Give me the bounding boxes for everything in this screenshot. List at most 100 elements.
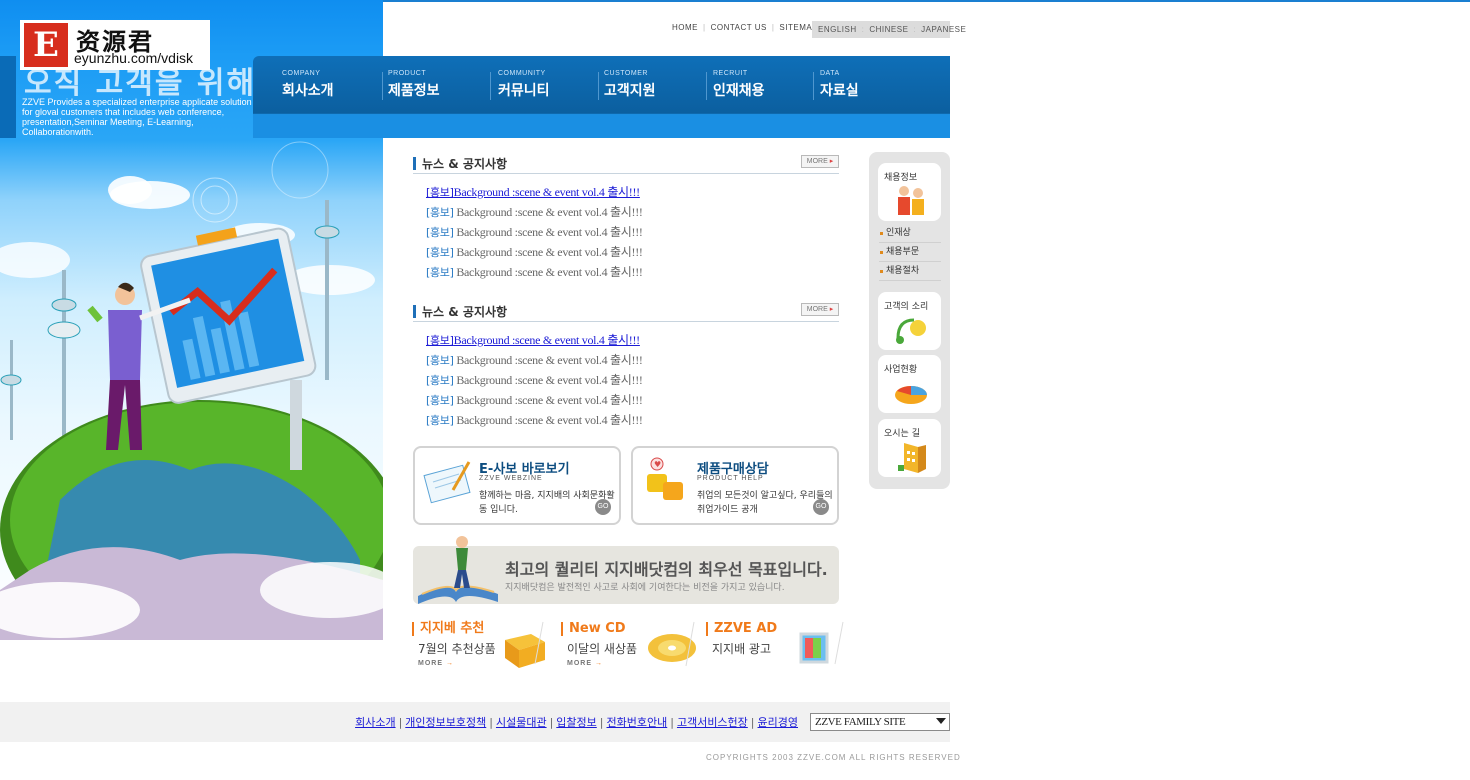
family-site-value: ZZVE FAMILY SITE — [815, 716, 906, 728]
footer-link-charter[interactable]: 고객서비스헌장 — [677, 716, 748, 729]
news-tag: [홍보] — [426, 206, 454, 219]
more-label: MORE — [418, 660, 443, 667]
lang-chinese[interactable]: CHINESE — [869, 25, 908, 34]
news-tag: [홍보] — [426, 186, 454, 199]
lang-japanese[interactable]: JAPANESE — [921, 25, 966, 34]
news-item[interactable]: [홍보]Background :scene & event vol.4 출시!!… — [426, 330, 826, 350]
footer-link-bid[interactable]: 입찰정보 — [556, 716, 596, 729]
news-text: Background :scene & event vol.4 출시!!! — [456, 225, 643, 239]
tv-icon — [799, 621, 844, 665]
quick-menu: 채용정보 인재상 채용부문 채용절차 고객의 소리 사업현황 오시는 길 — [869, 152, 950, 489]
home-link[interactable]: HOME — [672, 23, 698, 32]
news-item[interactable]: [홍보] Background :scene & event vol.4 출시!… — [426, 390, 826, 410]
logo-mark: E — [24, 23, 68, 67]
news-section-title: 뉴스 & 공지사항 MORE ▸ — [413, 302, 839, 322]
site-logo[interactable]: E 资源君 eyunzhu.com/vdisk — [20, 20, 210, 70]
news-text: Background :scene & event vol.4 출시!!! — [456, 353, 643, 367]
hero-illustration — [0, 141, 383, 640]
gnb-en-label: PRODUCT — [388, 70, 427, 77]
footer-link-phone[interactable]: 전화번호안내 — [607, 716, 668, 729]
webzine-banner[interactable]: E-사보 바로보기 ZZVE WEBZINE 함께하는 마음, 지지배의 사회문… — [413, 446, 621, 525]
footer-separator: | — [670, 716, 674, 729]
quality-banner[interactable]: 최고의 퀄리티 지지배닷컴의 최우선 목표입니다. 지지배닷컴은 발전적인 사고… — [413, 536, 839, 604]
footer-link-ethics[interactable]: 윤리경영 — [758, 716, 798, 729]
news-item[interactable]: [홍보] Background :scene & event vol.4 출시!… — [426, 222, 826, 242]
utility-nav: HOME | CONTACT US | SITEMAP — [672, 23, 818, 35]
more-button[interactable]: MORE ▸ — [801, 303, 839, 316]
quick-directions[interactable]: 오시는 길 — [878, 419, 941, 477]
gnb-item-community[interactable]: COMMUNITY 커뮤니티 — [498, 70, 550, 106]
top-accent-line — [383, 0, 1470, 2]
news-item[interactable]: [홍보] Background :scene & event vol.4 출시!… — [426, 410, 826, 430]
chat-boxes-icon: ♥ — [647, 457, 683, 500]
ad-banner[interactable]: ZZVE AD 지지배 광고 — [706, 620, 846, 670]
gnb-item-recruit[interactable]: RECRUIT 인재채용 — [713, 70, 765, 106]
go-button[interactable]: GO — [595, 499, 611, 515]
new-cd-banner[interactable]: New CD 이달의 새상품 MORE → — [561, 620, 701, 670]
footer-separator: | — [750, 716, 755, 729]
news-item[interactable]: [홍보] Background :scene & event vol.4 출시!… — [426, 370, 826, 390]
news-item[interactable]: [홍보] Background :scene & event vol.4 출시!… — [426, 262, 826, 282]
mini-more-link[interactable]: MORE → — [567, 660, 603, 667]
footer-links: 회사소개 | 개인정보보호정책 | 시설물대관 | 입찰정보 | 전화번호안내 | 고객서비스헌장 |… — [355, 714, 798, 730]
arrow-right-icon: ▸ — [829, 158, 834, 165]
banner-subtitle: ZZVE WEBZINE — [479, 475, 543, 482]
footer-bar: 회사소개 | 개인정보보호정책 | 시설물대관 | 입찰정보 | 전화번호안내 | 고객서비스헌장 |… — [0, 702, 950, 742]
quick-business[interactable]: 사업현황 — [878, 355, 941, 413]
building-icon — [898, 443, 926, 473]
gnb-item-customer[interactable]: CUSTOMER 고객지원 — [604, 70, 656, 106]
gnb-divider — [490, 72, 491, 100]
contact-link[interactable]: CONTACT US — [711, 23, 767, 32]
arrow-right-icon: ▸ — [829, 306, 834, 313]
quick-recruit[interactable]: 채용정보 — [878, 163, 941, 221]
gnb-item-product[interactable]: PRODUCT 제품정보 — [388, 70, 440, 106]
recommend-banner[interactable]: 지지베 추천 7월의 추천상품 MORE → — [412, 620, 552, 670]
gift-box-icon — [505, 621, 545, 668]
news-item[interactable]: [홍보] Background :scene & event vol.4 출시!… — [426, 202, 826, 222]
news-item[interactable]: [홍보] Background :scene & event vol.4 출시!… — [426, 350, 826, 370]
more-button[interactable]: MORE ▸ — [801, 155, 839, 168]
cd-disc-icon — [648, 621, 696, 667]
quick-label: 채용정보 — [884, 173, 918, 183]
gnb-en-label: COMMUNITY — [498, 70, 546, 77]
section-heading: 뉴스 & 공지사항 — [422, 157, 508, 171]
quick-link-division[interactable]: 채용부문 — [879, 243, 941, 262]
gnb-ko-label: 자료실 — [820, 83, 859, 99]
news-item[interactable]: [홍보] Background :scene & event vol.4 출시!… — [426, 242, 826, 262]
title-bar — [413, 305, 416, 318]
go-button[interactable]: GO — [813, 499, 829, 515]
gnb-en-label: DATA — [820, 70, 840, 77]
product-help-banner[interactable]: ♥ 제품구매상담 PRODUCT HELP 취업의 모든것이 알고싶다, 우리들… — [631, 446, 839, 525]
book-reader-illustration — [418, 536, 498, 604]
gnb-ko-label: 제품정보 — [388, 83, 440, 99]
gnb-item-data[interactable]: DATA 자료실 — [820, 70, 859, 106]
logo-url: eyunzhu.com/vdisk — [74, 50, 194, 66]
lang-english[interactable]: ENGLISH — [818, 25, 857, 34]
news-text: Background :scene & event vol.4 출시!!! — [456, 245, 643, 259]
mini-banner-subtitle: 지지배 광고 — [712, 642, 772, 656]
family-site-select[interactable]: ZZVE FAMILY SITE — [810, 713, 950, 731]
chevron-down-icon — [936, 718, 946, 724]
gnb-bottom-band — [253, 115, 950, 138]
news-list: [홍보] Background :scene & event vol.4 출시!!… — [426, 330, 826, 430]
people-icon — [898, 186, 924, 215]
more-label: MORE — [567, 660, 592, 667]
footer-separator: | — [549, 716, 554, 729]
quick-link-talent[interactable]: 인재상 — [879, 224, 941, 243]
quick-voice[interactable]: 고객의 소리 — [878, 292, 941, 350]
notepad-pen-icon — [423, 461, 471, 504]
news-tag: [홍보] — [426, 394, 454, 407]
mini-banner-title: ZZVE AD — [706, 622, 777, 636]
footer-link-privacy[interactable]: 개인정보보호정책 — [405, 716, 486, 729]
section-heading: 뉴스 & 공지사항 — [422, 305, 508, 319]
mini-banner-subtitle: 7월의 추천상품 — [418, 642, 496, 656]
gnb-item-company[interactable]: COMPANY 회사소개 — [282, 70, 334, 106]
mini-more-link[interactable]: MORE → — [418, 660, 454, 667]
news-item[interactable]: [홍보]Background :scene & event vol.4 출시!!… — [426, 182, 826, 202]
quick-label: 사업현황 — [884, 365, 918, 375]
arrow-right-icon: → — [445, 660, 454, 667]
quick-link-process[interactable]: 채용절차 — [879, 262, 941, 281]
footer-link-company[interactable]: 회사소개 — [355, 716, 395, 729]
footer-link-facility[interactable]: 시설물대관 — [496, 716, 547, 729]
footer-separator: | — [398, 716, 403, 729]
